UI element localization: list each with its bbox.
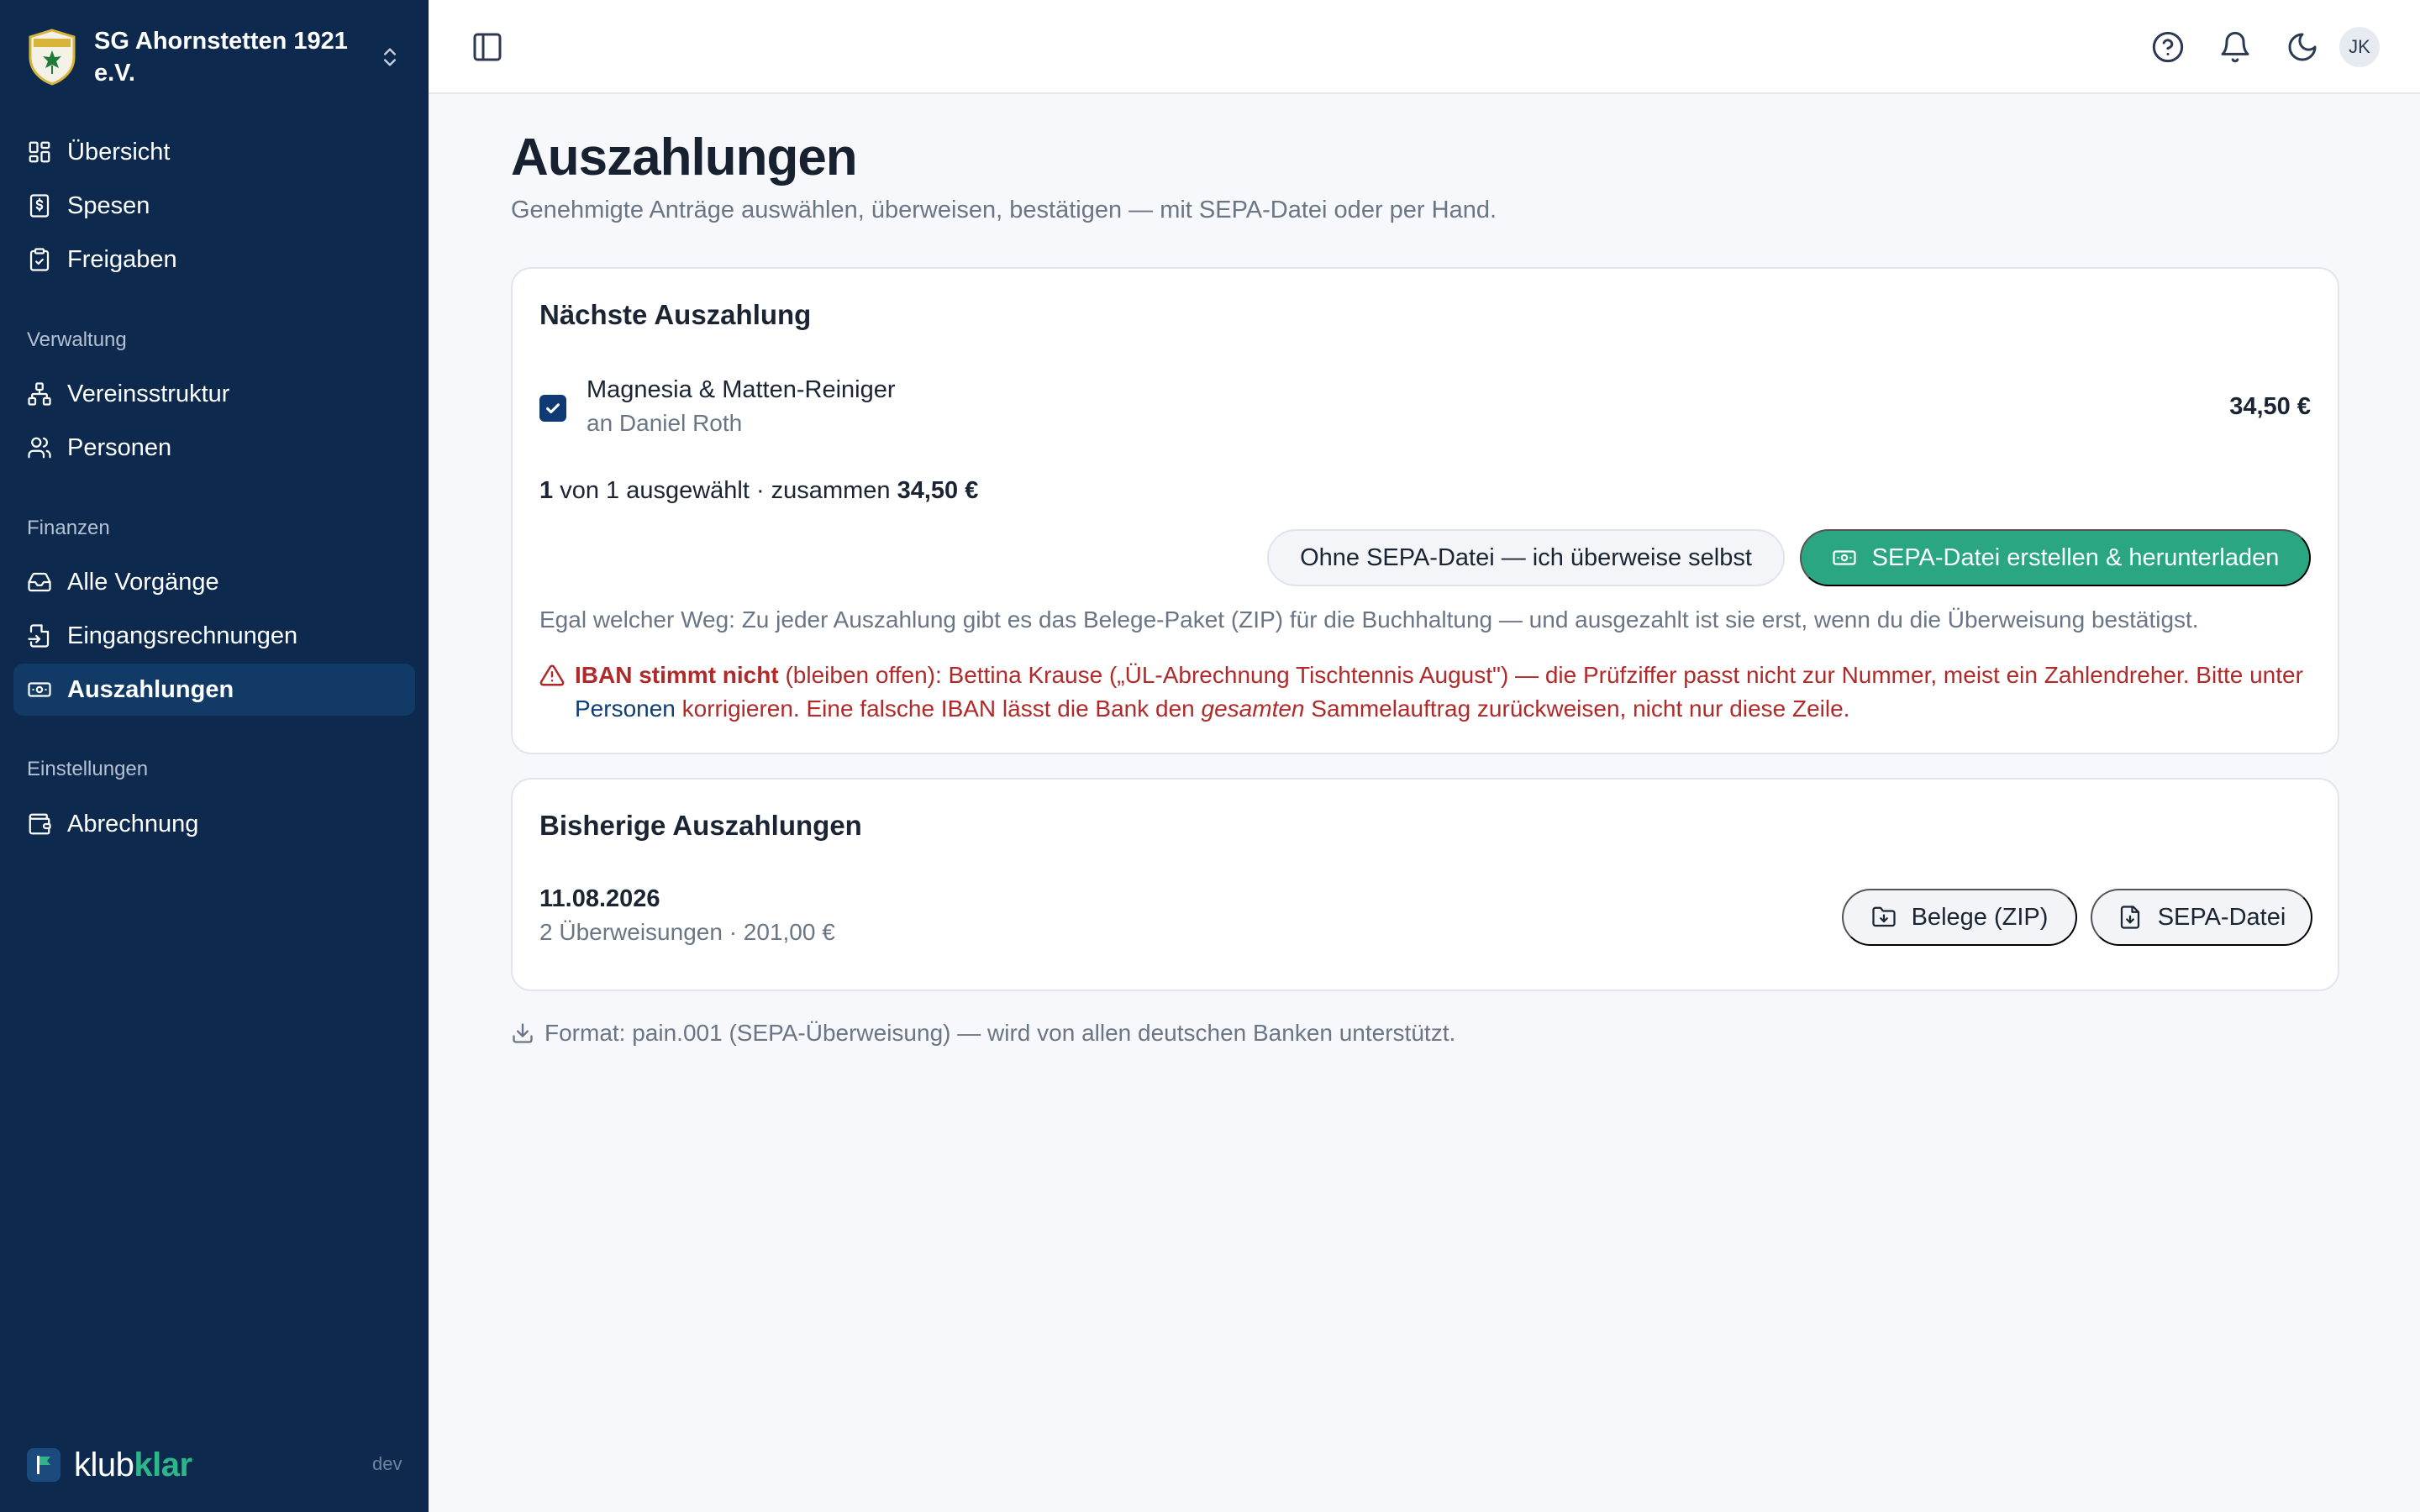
summary-text: von 1 ausgewählt · zusammen xyxy=(553,477,897,504)
sidebar-item-label: Übersicht xyxy=(67,138,171,165)
personen-link[interactable]: Personen xyxy=(575,696,676,722)
page-title: Auszahlungen xyxy=(511,129,858,186)
iban-error-alert: IBAN stimmt nicht (bleiben offen): Betti… xyxy=(539,659,2312,726)
payout-hint: Egal welcher Weg: Zu jeder Auszahlung gi… xyxy=(539,606,2199,633)
sidebar-item-label: Spesen xyxy=(67,192,150,219)
create-sepa-file-label: SEPA-Datei erstellen & herunterladen xyxy=(1871,543,2280,571)
next-payout-title: Nächste Auszahlung xyxy=(539,299,812,330)
wallet-icon xyxy=(29,813,51,835)
history-entry-date: 11.08.2026 xyxy=(539,885,660,912)
download-sepa-file-button[interactable]: SEPA-Datei xyxy=(2091,889,2312,946)
alert-strong: IBAN stimmt nicht xyxy=(575,662,779,688)
banknote-icon xyxy=(28,682,51,697)
sidebar-item-personen[interactable]: Personen xyxy=(13,422,415,474)
sidebar: SG Ahornstetten 1921 e.V. Übersicht Spes… xyxy=(0,0,429,1512)
dashboard-icon xyxy=(29,141,50,163)
club-crest-icon xyxy=(29,29,76,86)
moon-icon[interactable] xyxy=(2286,30,2319,64)
org-name: SG Ahornstetten 1921 e.V. xyxy=(94,28,348,87)
sidebar-item-label: Alle Vorgänge xyxy=(67,568,219,596)
footnote-text: Format: pain.001 (SEPA-Überweisung) — wi… xyxy=(544,1020,1456,1046)
manual-transfer-button[interactable]: Ohne SEPA-Datei — ich überweise selbst xyxy=(1267,529,1785,586)
sidebar-section-einstellungen: Einstellungen xyxy=(27,758,149,780)
sidebar-item-spesen[interactable]: Spesen xyxy=(13,180,415,232)
file-download-icon xyxy=(2120,906,2139,929)
download-receipts-button[interactable]: Belege (ZIP) xyxy=(1842,889,2077,946)
page-subtitle: Genehmigte Anträge auswählen, überweisen… xyxy=(511,197,1497,223)
users-icon xyxy=(28,437,51,459)
next-payout-card: Nächste Auszahlung Magnesia & Matten-Rei… xyxy=(511,267,2339,754)
sidebar-item-uebersicht[interactable]: Übersicht xyxy=(13,126,415,178)
payout-history-card: Bisherige Auszahlungen 11.08.2026 2 Über… xyxy=(511,778,2339,991)
payout-item-title: Magnesia & Matten-Reiniger xyxy=(587,376,896,403)
download-sepa-file-label: SEPA-Datei xyxy=(2157,903,2286,931)
sidebar-item-auszahlungen[interactable]: Auszahlungen xyxy=(13,664,415,716)
download-icon xyxy=(513,1023,533,1043)
selected-count: 1 xyxy=(539,477,554,504)
avatar[interactable]: JK xyxy=(2339,27,2380,67)
sidebar-item-label: Auszahlungen xyxy=(67,675,234,703)
sidebar-section-finanzen: Finanzen xyxy=(27,517,110,539)
alert-emphasis: gesamten xyxy=(1201,696,1305,722)
clipboard-check-icon xyxy=(29,248,50,271)
bell-icon[interactable] xyxy=(2218,30,2252,64)
sidebar-item-label: Abrechnung xyxy=(67,810,199,837)
alert-text-3: Sammelauftrag zurückweisen, nicht nur di… xyxy=(1304,696,1850,722)
sidebar-item-abrechnung[interactable]: Abrechnung xyxy=(13,798,415,850)
history-entry-details: 2 Überweisungen · 201,00 € xyxy=(539,919,835,945)
sidebar-item-alle-vorgaenge[interactable]: Alle Vorgänge xyxy=(13,556,415,608)
warning-triangle-icon xyxy=(539,664,565,686)
help-icon[interactable] xyxy=(2151,30,2185,64)
file-import-icon xyxy=(28,624,50,648)
payout-item-amount: 34,50 € xyxy=(2229,393,2311,420)
payout-history-title: Bisherige Auszahlungen xyxy=(539,810,862,841)
sidebar-item-label: Eingangsrechnungen xyxy=(67,622,298,649)
sidebar-item-eingangsrechnungen[interactable]: Eingangsrechnungen xyxy=(13,610,415,662)
alert-text-1: (bleiben offen): Bettina Krause („ÜL-Abr… xyxy=(778,662,2303,688)
sidebar-section-verwaltung: Verwaltung xyxy=(27,328,127,351)
flag-logo-icon xyxy=(27,1448,60,1482)
sidebar-item-label: Freigaben xyxy=(67,245,177,273)
chevron-up-down-icon xyxy=(384,48,396,66)
create-sepa-file-button[interactable]: SEPA-Datei erstellen & herunterladen xyxy=(1800,529,2311,586)
brand-name: klubklar xyxy=(74,1446,192,1484)
sidebar-item-vereinsstruktur[interactable]: Vereinsstruktur xyxy=(13,368,415,420)
sidebar-item-freigaben[interactable]: Freigaben xyxy=(13,234,415,286)
banknote-icon xyxy=(1833,550,1856,565)
alert-text-2: korrigieren. Eine falsche IBAN lässt die… xyxy=(675,696,1202,722)
sidebar-toggle-icon[interactable] xyxy=(471,30,504,64)
format-footnote: Format: pain.001 (SEPA-Überweisung) — wi… xyxy=(511,1020,1455,1047)
receipt-icon xyxy=(29,194,50,218)
top-bar xyxy=(429,0,2420,94)
network-icon xyxy=(28,382,51,406)
org-switcher[interactable]: SG Ahornstetten 1921 e.V. xyxy=(27,24,410,91)
payout-item-recipient: an Daniel Roth xyxy=(587,410,743,436)
inbox-icon xyxy=(28,572,51,592)
payout-item-checkbox[interactable] xyxy=(539,395,566,422)
brand-name-accent: klar xyxy=(134,1446,192,1483)
brand-logo: klubklar xyxy=(27,1445,192,1485)
sidebar-item-label: Personen xyxy=(67,433,172,461)
brand-name-prefix: klub xyxy=(74,1446,134,1483)
download-receipts-label: Belege (ZIP) xyxy=(1911,903,2049,931)
selection-summary: 1 von 1 ausgewählt · zusammen 34,50 € xyxy=(539,477,978,505)
check-icon xyxy=(546,403,560,414)
selected-total: 34,50 € xyxy=(897,477,979,504)
alert-message: IBAN stimmt nicht (bleiben offen): Betti… xyxy=(539,659,2312,726)
sidebar-item-label: Vereinsstruktur xyxy=(67,380,230,407)
folder-download-icon xyxy=(1871,906,1896,927)
environment-label: dev xyxy=(372,1453,402,1474)
